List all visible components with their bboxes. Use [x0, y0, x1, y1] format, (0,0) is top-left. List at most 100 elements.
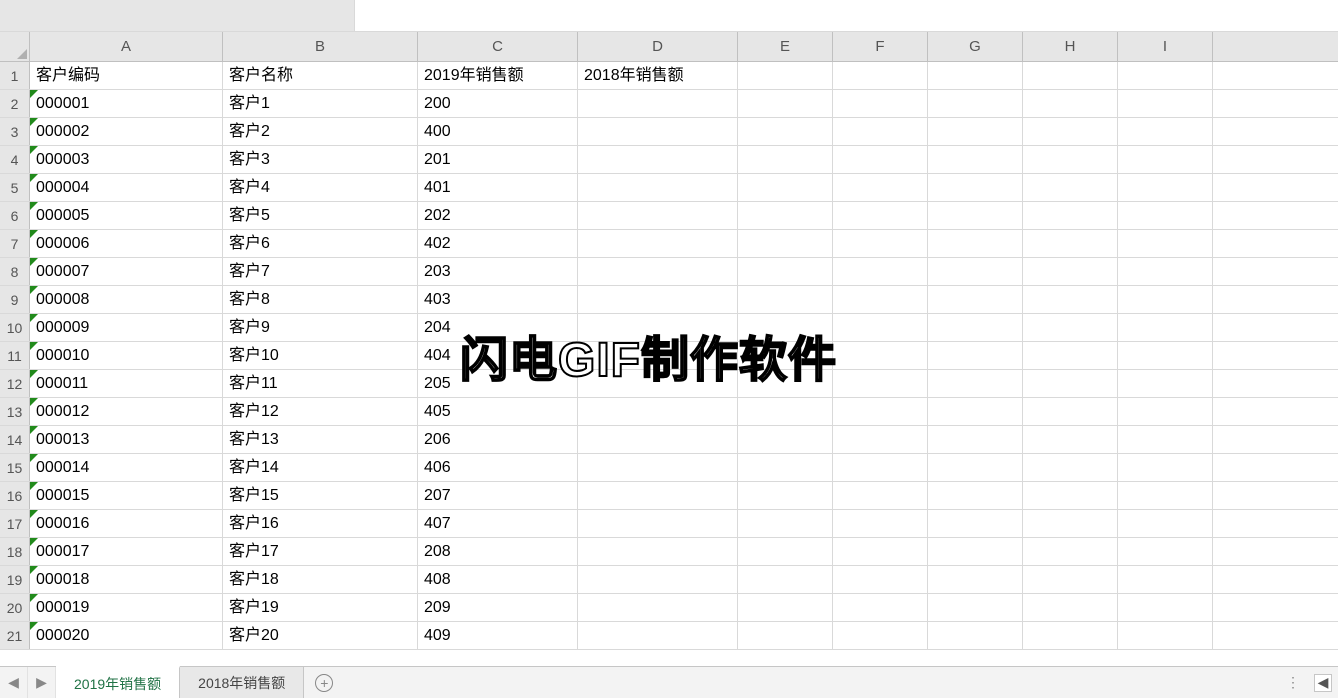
cell-E[interactable] [738, 510, 833, 537]
cell-D[interactable] [578, 314, 738, 341]
cell-C[interactable]: 203 [418, 258, 578, 285]
cell-I[interactable] [1118, 146, 1213, 173]
cell-A[interactable]: 客户编码 [30, 62, 223, 89]
cell-H[interactable] [1023, 342, 1118, 369]
cell-D[interactable] [578, 482, 738, 509]
cell-A[interactable]: 000011 [30, 370, 223, 397]
row-header[interactable]: 5 [0, 174, 30, 201]
cell-D[interactable]: 2018年销售额 [578, 62, 738, 89]
cell-E[interactable] [738, 370, 833, 397]
cell-A[interactable]: 000012 [30, 398, 223, 425]
cell-A[interactable]: 000019 [30, 594, 223, 621]
cell-A[interactable]: 000018 [30, 566, 223, 593]
cell-F[interactable] [833, 286, 928, 313]
cell-A[interactable]: 000010 [30, 342, 223, 369]
cell-B[interactable]: 客户20 [223, 622, 418, 649]
row-header[interactable]: 16 [0, 482, 30, 509]
cell-G[interactable] [928, 90, 1023, 117]
cell-A[interactable]: 000005 [30, 202, 223, 229]
col-header-D[interactable]: D [578, 32, 738, 61]
cell-I[interactable] [1118, 594, 1213, 621]
col-header-H[interactable]: H [1023, 32, 1118, 61]
cell-H[interactable] [1023, 286, 1118, 313]
cell-G[interactable] [928, 230, 1023, 257]
cell-A[interactable]: 000009 [30, 314, 223, 341]
cell-F[interactable] [833, 594, 928, 621]
row-header[interactable]: 18 [0, 538, 30, 565]
col-header-B[interactable]: B [223, 32, 418, 61]
cell-C[interactable]: 406 [418, 454, 578, 481]
add-sheet-button[interactable]: + [304, 667, 344, 698]
cell-A[interactable]: 000007 [30, 258, 223, 285]
cell-C[interactable]: 401 [418, 174, 578, 201]
cell-F[interactable] [833, 538, 928, 565]
cell-C[interactable]: 207 [418, 482, 578, 509]
row-header[interactable]: 8 [0, 258, 30, 285]
row-header[interactable]: 4 [0, 146, 30, 173]
cell-B[interactable]: 客户7 [223, 258, 418, 285]
cell-F[interactable] [833, 146, 928, 173]
cell-F[interactable] [833, 622, 928, 649]
cell-A[interactable]: 000003 [30, 146, 223, 173]
cell-F[interactable] [833, 62, 928, 89]
row-header[interactable]: 1 [0, 62, 30, 89]
cell-G[interactable] [928, 426, 1023, 453]
cell-D[interactable] [578, 566, 738, 593]
cell-G[interactable] [928, 202, 1023, 229]
cell-D[interactable] [578, 118, 738, 145]
spreadsheet-grid[interactable]: 1客户编码客户名称2019年销售额2018年销售额2000001客户120030… [0, 62, 1338, 666]
row-header[interactable]: 19 [0, 566, 30, 593]
cell-G[interactable] [928, 510, 1023, 537]
cell-B[interactable]: 客户8 [223, 286, 418, 313]
cell-D[interactable] [578, 622, 738, 649]
cell-I[interactable] [1118, 118, 1213, 145]
cell-F[interactable] [833, 202, 928, 229]
cell-F[interactable] [833, 566, 928, 593]
cell-H[interactable] [1023, 174, 1118, 201]
cell-G[interactable] [928, 566, 1023, 593]
cell-F[interactable] [833, 342, 928, 369]
sheet-nav-prev-icon[interactable]: ◀ [0, 667, 28, 698]
cell-I[interactable] [1118, 426, 1213, 453]
cell-D[interactable] [578, 90, 738, 117]
cell-G[interactable] [928, 454, 1023, 481]
cell-B[interactable]: 客户1 [223, 90, 418, 117]
cell-C[interactable]: 205 [418, 370, 578, 397]
cell-F[interactable] [833, 398, 928, 425]
col-header-G[interactable]: G [928, 32, 1023, 61]
cell-C[interactable]: 403 [418, 286, 578, 313]
cell-G[interactable] [928, 594, 1023, 621]
cell-A[interactable]: 000017 [30, 538, 223, 565]
cell-E[interactable] [738, 258, 833, 285]
col-header-C[interactable]: C [418, 32, 578, 61]
row-header[interactable]: 20 [0, 594, 30, 621]
row-header[interactable]: 6 [0, 202, 30, 229]
cell-I[interactable] [1118, 286, 1213, 313]
cell-F[interactable] [833, 510, 928, 537]
cell-C[interactable]: 404 [418, 342, 578, 369]
cell-D[interactable] [578, 202, 738, 229]
row-header[interactable]: 2 [0, 90, 30, 117]
cell-E[interactable] [738, 146, 833, 173]
cell-A[interactable]: 000013 [30, 426, 223, 453]
cell-I[interactable] [1118, 538, 1213, 565]
cell-I[interactable] [1118, 202, 1213, 229]
cell-I[interactable] [1118, 482, 1213, 509]
cell-I[interactable] [1118, 258, 1213, 285]
cell-B[interactable]: 客户16 [223, 510, 418, 537]
cell-E[interactable] [738, 230, 833, 257]
cell-E[interactable] [738, 202, 833, 229]
row-header[interactable]: 15 [0, 454, 30, 481]
cell-E[interactable] [738, 622, 833, 649]
cell-B[interactable]: 客户12 [223, 398, 418, 425]
cell-G[interactable] [928, 118, 1023, 145]
cell-D[interactable] [578, 258, 738, 285]
cell-C[interactable]: 407 [418, 510, 578, 537]
cell-C[interactable]: 202 [418, 202, 578, 229]
cell-A[interactable]: 000006 [30, 230, 223, 257]
cell-H[interactable] [1023, 258, 1118, 285]
cell-E[interactable] [738, 90, 833, 117]
cell-H[interactable] [1023, 62, 1118, 89]
cell-D[interactable] [578, 594, 738, 621]
cell-C[interactable]: 204 [418, 314, 578, 341]
